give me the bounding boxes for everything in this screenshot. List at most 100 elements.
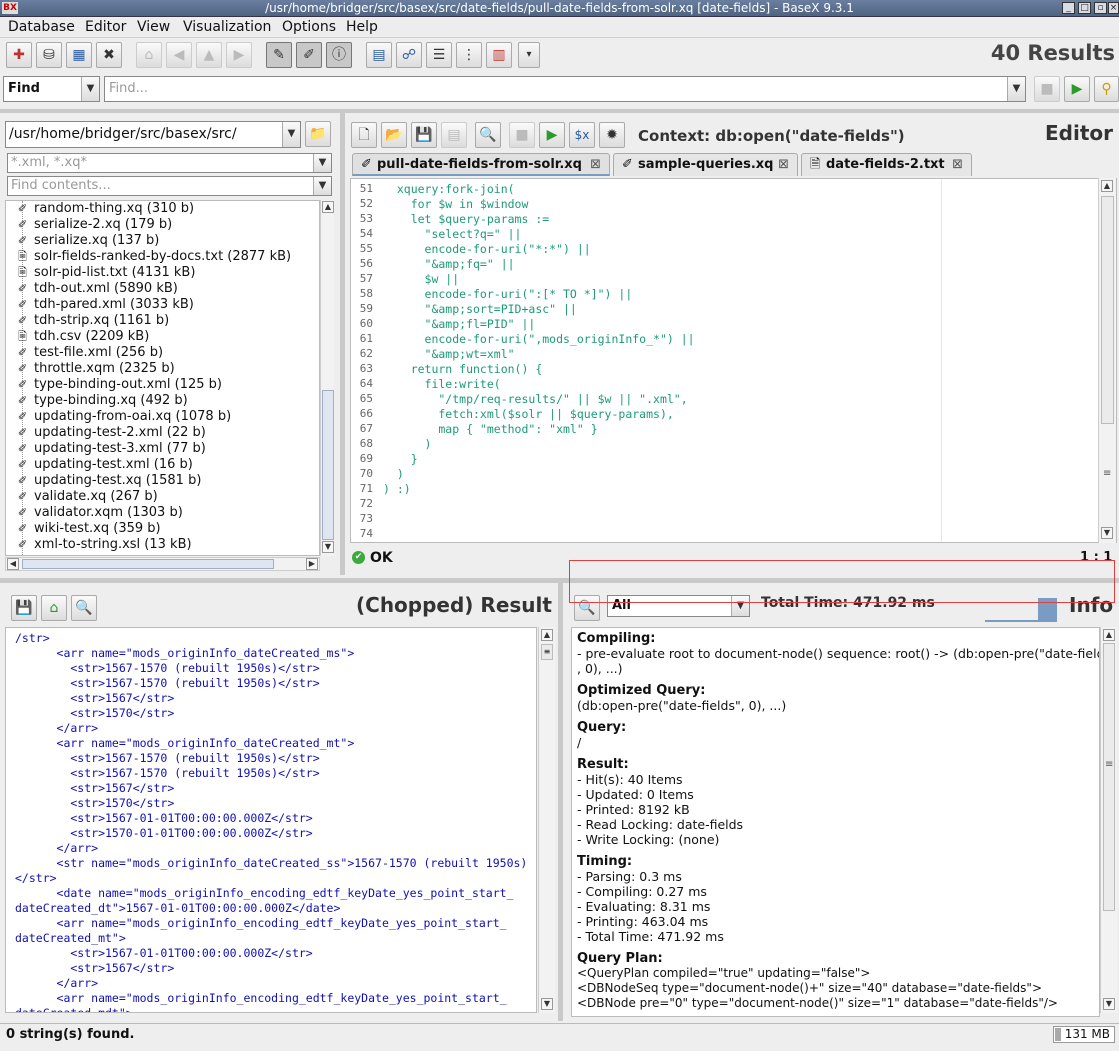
file-item[interactable]: ✐ test-file.xml (256 b) bbox=[18, 345, 163, 360]
result-scrollbar[interactable]: ▲ ≡ ▼ bbox=[538, 627, 555, 1013]
file-item[interactable]: ✐ random-thing.xq (310 b) bbox=[18, 201, 194, 216]
tab-date-fields-2[interactable]: 🗎 date-fields-2.txt ⊠ bbox=[801, 153, 972, 176]
folder-view-icon[interactable]: ☰ bbox=[426, 42, 452, 68]
info-text[interactable]: Compiling: - pre-evaluate root to documen… bbox=[571, 627, 1100, 1017]
file-item[interactable]: ✐ validator.xqm (1303 b) bbox=[18, 505, 183, 520]
forward-icon[interactable]: ▶ bbox=[226, 42, 252, 68]
menu-options[interactable]: Options bbox=[282, 19, 336, 35]
scroll-up-icon[interactable]: ▲ bbox=[1101, 180, 1113, 192]
menu-view[interactable]: View bbox=[137, 19, 170, 35]
stop-query-icon[interactable]: ■ bbox=[509, 122, 535, 148]
file-item[interactable]: ✐ updating-test.xq (1581 b) bbox=[18, 473, 202, 488]
info-scrollbar[interactable]: ▲ ≡ ▼ bbox=[1100, 627, 1117, 1013]
close-database-icon[interactable]: ✖ bbox=[96, 42, 122, 68]
stop-icon[interactable]: ■ bbox=[1034, 76, 1060, 102]
up-icon[interactable]: ▲ bbox=[196, 42, 222, 68]
scroll-thumb[interactable] bbox=[22, 559, 274, 569]
file-item[interactable]: ✐ updating-test.xml (16 b) bbox=[18, 457, 193, 472]
vertical-splitter[interactable] bbox=[340, 113, 345, 575]
file-item[interactable]: ✐ xml-to-string.xsl (13 kB) bbox=[18, 537, 192, 552]
scroll-up-icon[interactable]: ▲ bbox=[1103, 629, 1115, 641]
scroll-thumb[interactable]: ≡ bbox=[541, 644, 553, 660]
file-item[interactable]: ✐ validate.xq (267 b) bbox=[18, 489, 158, 504]
file-item[interactable]: 🗎 solr-fields-ranked-by-docs.txt (2877 kB… bbox=[18, 249, 291, 264]
menu-visualization[interactable]: Visualization bbox=[183, 19, 271, 35]
plot-view-icon[interactable]: ⋮ bbox=[456, 42, 482, 68]
scroll-down-icon[interactable]: ▼ bbox=[1103, 998, 1115, 1010]
result-text[interactable]: /str> <arr name="mods_originInfo_dateCre… bbox=[5, 627, 537, 1013]
close-tab-icon[interactable]: ⊠ bbox=[778, 154, 789, 176]
open-file-icon[interactable]: 📂 bbox=[381, 122, 407, 148]
file-item[interactable]: ✐ updating-test-3.xml (77 b) bbox=[18, 441, 206, 456]
new-database-icon[interactable]: ✚ bbox=[6, 42, 32, 68]
find-mode-select[interactable]: Find ▼ bbox=[3, 76, 100, 102]
project-path-combo[interactable]: /usr/home/bridger/src/basex/src/ ▼ bbox=[5, 121, 301, 148]
scroll-thumb[interactable] bbox=[1103, 643, 1115, 911]
close-file-icon[interactable]: ▤ bbox=[441, 122, 467, 148]
save-file-icon[interactable]: 💾 bbox=[411, 122, 437, 148]
menu-help[interactable]: Help bbox=[346, 19, 378, 35]
tab-sample-queries[interactable]: ✐ sample-queries.xq ⊠ bbox=[613, 153, 798, 176]
file-item[interactable]: ✐ tdh-strip.xq (1161 b) bbox=[18, 313, 169, 328]
scroll-left-icon[interactable]: ◀ bbox=[7, 558, 19, 570]
close-tab-icon[interactable]: ⊠ bbox=[590, 154, 601, 176]
debug-icon[interactable]: ✹ bbox=[599, 122, 625, 148]
scroll-thumb[interactable] bbox=[322, 390, 334, 540]
file-item[interactable]: ✐ serialize.xq (137 b) bbox=[18, 233, 159, 248]
editor-scrollbar[interactable]: ▲ ≡ ▼ bbox=[1098, 178, 1116, 543]
execute-query-icon[interactable]: ▶ bbox=[539, 122, 565, 148]
menu-editor[interactable]: Editor bbox=[85, 19, 126, 35]
close-tab-icon[interactable]: ⊠ bbox=[952, 154, 963, 176]
memory-usage[interactable]: 131 MB bbox=[1053, 1026, 1115, 1043]
save-result-icon[interactable]: 💾 bbox=[11, 595, 37, 621]
back-icon[interactable]: ◀ bbox=[166, 42, 192, 68]
horizontal-splitter[interactable] bbox=[0, 109, 1119, 113]
table-view-icon[interactable]: ▥ bbox=[486, 42, 512, 68]
home-icon[interactable]: ⌂ bbox=[136, 42, 162, 68]
properties-icon[interactable]: ▦ bbox=[66, 42, 92, 68]
close-window-button[interactable]: × bbox=[1108, 2, 1119, 14]
file-item[interactable]: ✐ type-binding-out.xml (125 b) bbox=[18, 377, 222, 392]
home-icon[interactable]: ⌂ bbox=[41, 595, 67, 621]
file-item[interactable]: ✐ wiki-test.xq (359 b) bbox=[18, 521, 161, 536]
file-item[interactable]: ✐ type-binding.xq (492 b) bbox=[18, 393, 188, 408]
set-variable-icon[interactable]: $x bbox=[569, 122, 595, 148]
scroll-right-icon[interactable]: ▶ bbox=[306, 558, 318, 570]
menu-database[interactable]: Database bbox=[8, 19, 75, 35]
scroll-down-icon[interactable]: ▼ bbox=[322, 541, 334, 553]
open-database-icon[interactable]: ⛁ bbox=[36, 42, 62, 68]
editor-toggle-icon[interactable]: ✎ bbox=[266, 42, 292, 68]
new-file-icon[interactable]: 🗋 bbox=[351, 122, 377, 148]
file-item[interactable]: ✐ updating-from-oai.xq (1078 b) bbox=[18, 409, 231, 424]
file-item[interactable]: ✐ serialize-2.xq (179 b) bbox=[18, 217, 172, 232]
scroll-down-icon[interactable]: ▼ bbox=[541, 998, 553, 1010]
file-filter-input[interactable]: *.xml, *.xq* ▼ bbox=[7, 153, 332, 173]
scroll-down-icon[interactable]: ▼ bbox=[1101, 527, 1113, 539]
minimize-button[interactable]: _ bbox=[1062, 2, 1075, 14]
find-input[interactable]: Find... ▼ bbox=[104, 76, 1026, 102]
project-toggle-icon[interactable]: ✐ bbox=[296, 42, 322, 68]
find-contents-input[interactable]: Find contents... ▼ bbox=[7, 176, 332, 196]
run-icon[interactable]: ▶ bbox=[1064, 76, 1090, 102]
app-icon[interactable]: BX bbox=[2, 2, 18, 14]
file-item[interactable]: 🗎 solr-pid-list.txt (4131 kB) bbox=[18, 265, 195, 280]
filter-icon[interactable]: ⚲ bbox=[1094, 76, 1119, 102]
scroll-up-icon[interactable]: ▲ bbox=[541, 629, 553, 641]
code-editor[interactable]: 51 52 53 54 55 56 57 58 59 60 61 62 63 64 65 66 67 68 69 70… bbox=[350, 178, 1117, 543]
file-item[interactable]: 🗎 tdh.csv (2209 kB) bbox=[18, 329, 149, 344]
file-item[interactable]: ✐ updating-test-2.xml (22 b) bbox=[18, 425, 206, 440]
restore-button[interactable]: ▫ bbox=[1094, 2, 1107, 14]
search-icon[interactable]: 🔍 bbox=[71, 595, 97, 621]
file-tree-scrollbar[interactable]: ▲ ▼ bbox=[320, 200, 334, 556]
search-icon[interactable]: 🔍 bbox=[475, 122, 501, 148]
maximize-button[interactable]: □ bbox=[1078, 2, 1091, 14]
more-views-icon[interactable]: ▾ bbox=[518, 42, 540, 68]
tree-view-icon[interactable]: ☍ bbox=[396, 42, 422, 68]
scroll-up-icon[interactable]: ▲ bbox=[322, 201, 334, 213]
file-item[interactable]: ✐ tdh-out.xml (5890 kB) bbox=[18, 281, 178, 296]
folder-icon[interactable]: 📁 bbox=[305, 121, 331, 147]
file-tree-hscrollbar[interactable]: ◀ ▶ bbox=[5, 557, 320, 571]
scroll-thumb[interactable] bbox=[1101, 196, 1114, 424]
info-toggle-icon[interactable]: ⓘ bbox=[326, 42, 352, 68]
vertical-splitter[interactable] bbox=[558, 583, 563, 1021]
